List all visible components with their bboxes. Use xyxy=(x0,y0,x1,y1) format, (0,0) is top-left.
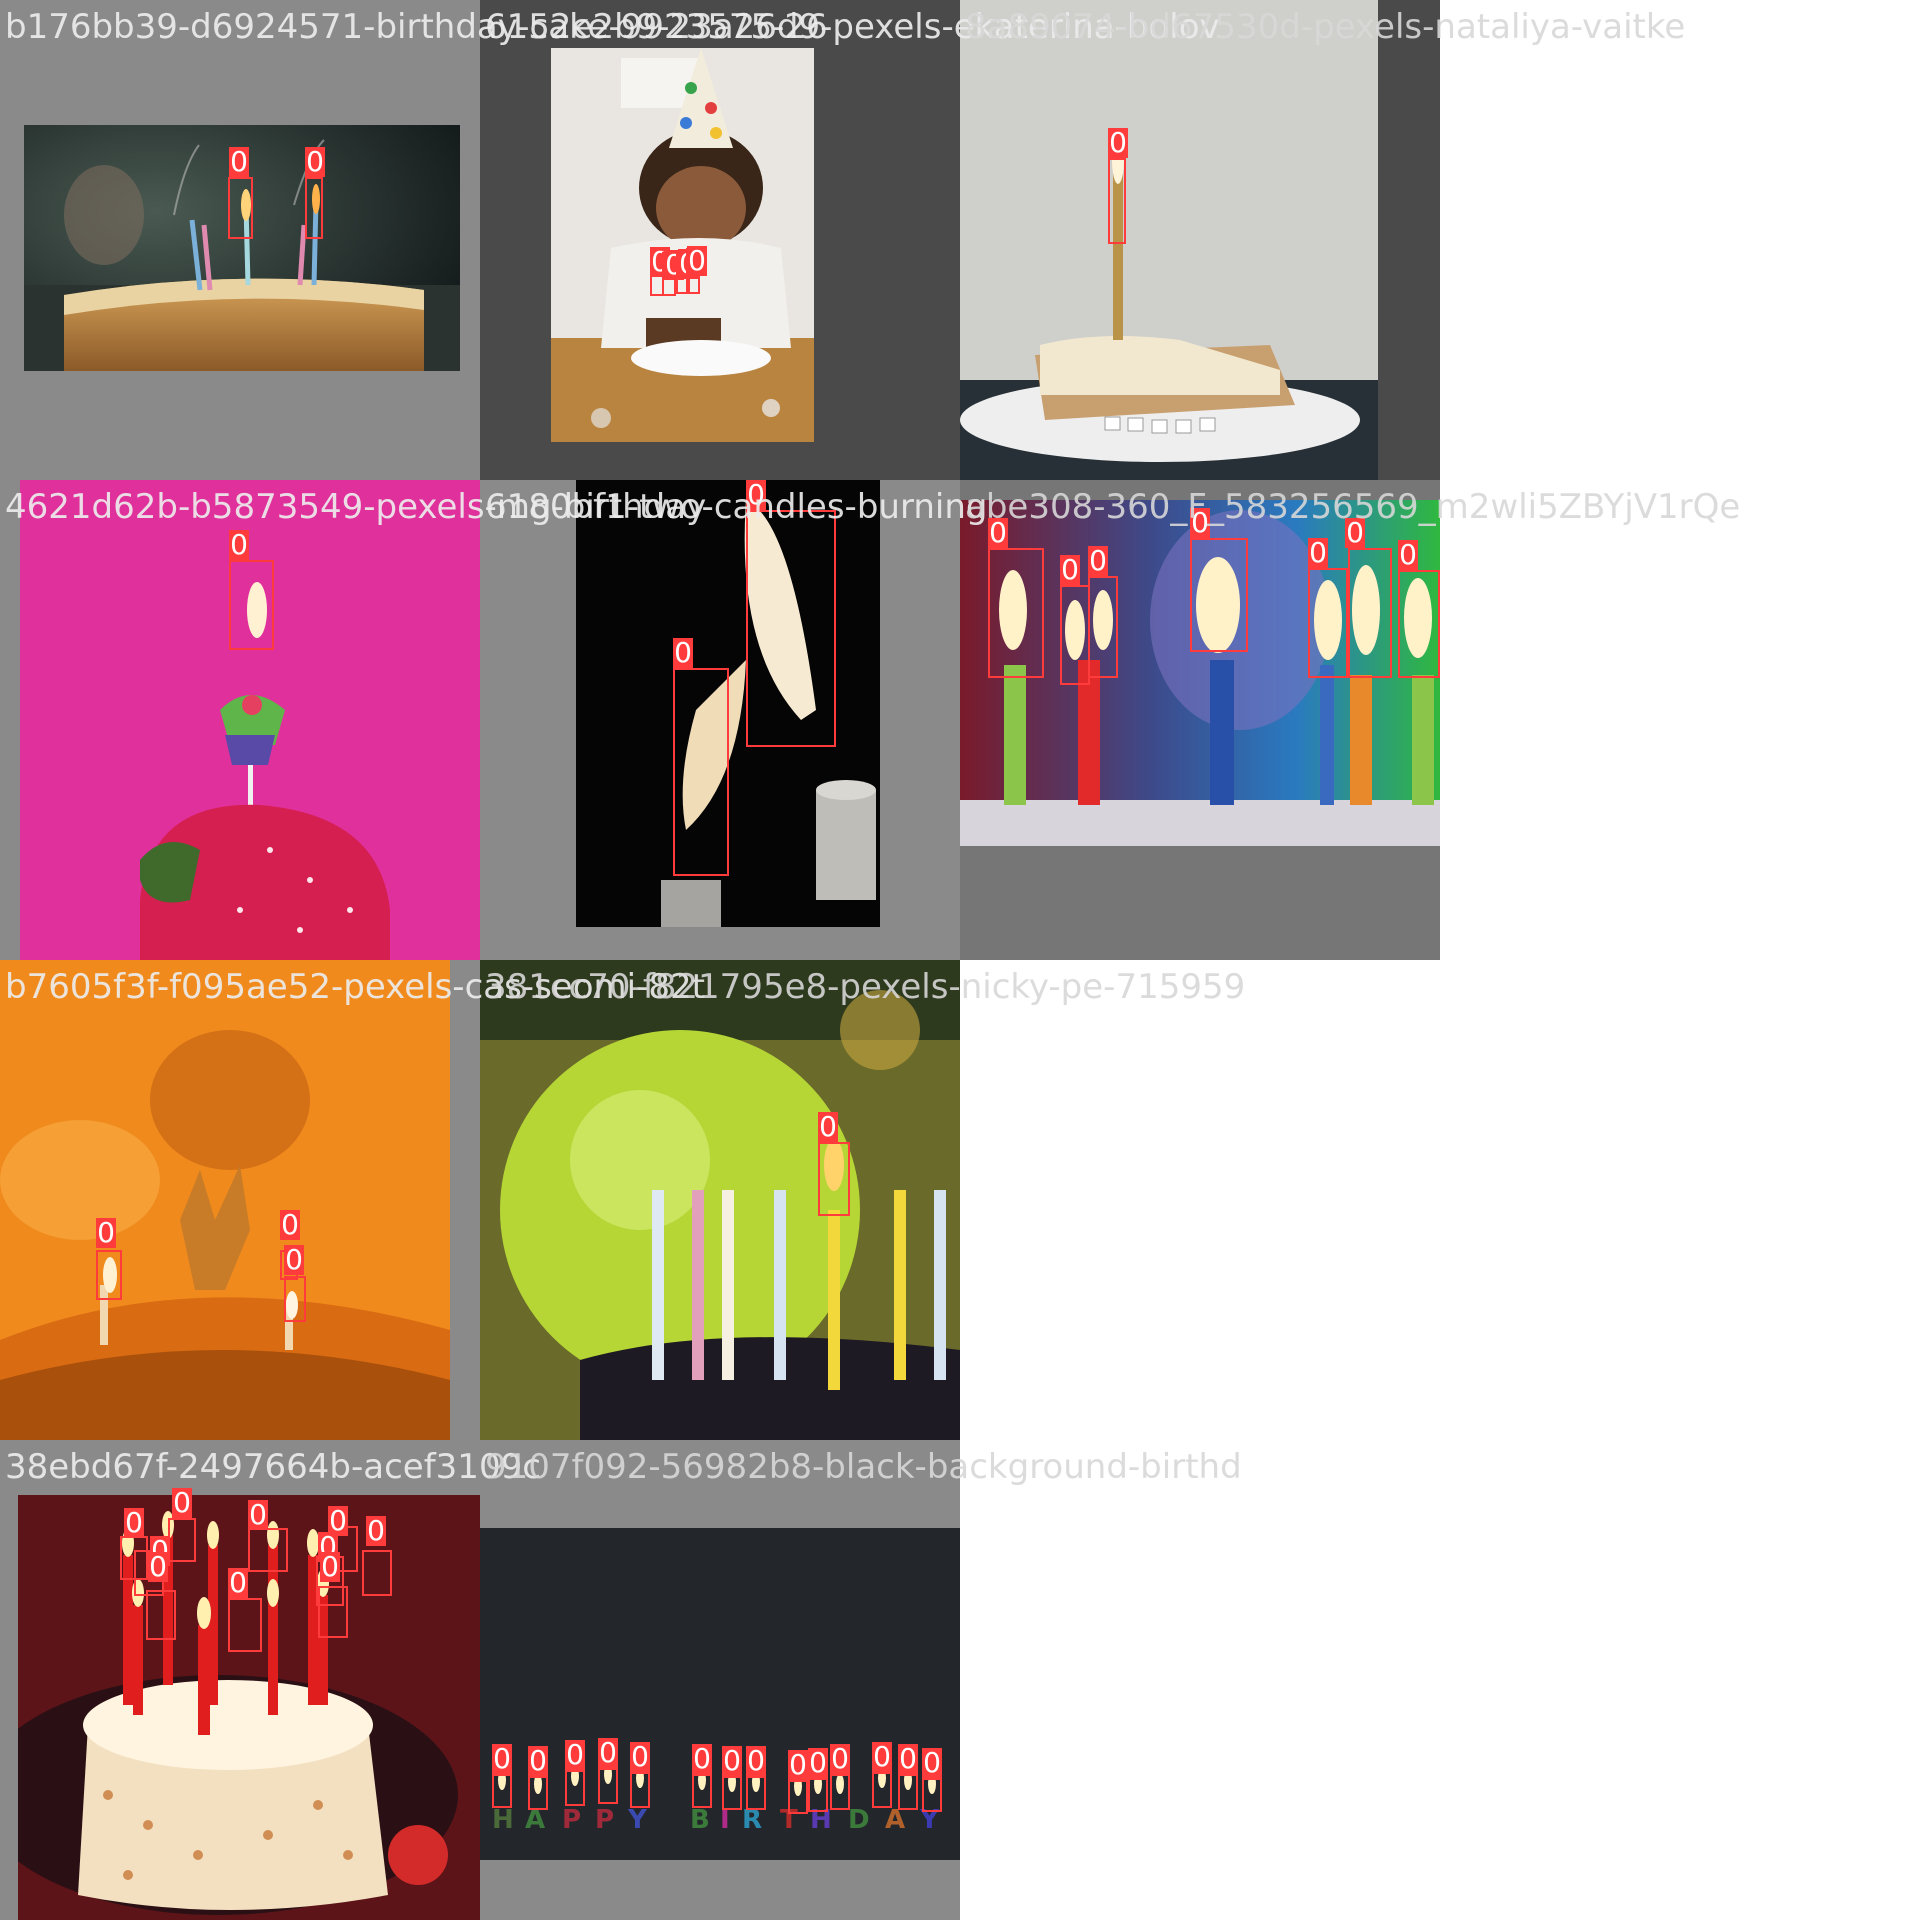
detection-box xyxy=(96,1250,122,1300)
detection-label: 0 xyxy=(280,1208,300,1241)
detection-box xyxy=(1308,568,1348,678)
detection-label: 0 xyxy=(492,1742,512,1775)
detection-box xyxy=(830,1774,850,1810)
tile-filename: 9107f092-56982b8-black-background-birthd xyxy=(485,1447,1242,1487)
tile-filename: abe308-360_F_583256569_m2wli5ZBYjV1rQe xyxy=(965,487,1741,527)
detection-label: 0 xyxy=(248,1498,268,1531)
mosaic-tile-5: 0 0 xyxy=(480,480,960,960)
detection-box xyxy=(872,1772,892,1808)
detection-box xyxy=(305,177,323,239)
detection-box xyxy=(788,1780,808,1814)
orange-reindeer-cake-photo xyxy=(0,960,450,1440)
happy-birthday-letter-candles-photo: HAP PYB IRT HDAY xyxy=(480,1528,960,1860)
detection-box xyxy=(565,1770,585,1806)
detection-label: 0 xyxy=(565,1738,585,1771)
detection-box xyxy=(284,1276,306,1322)
detection-box xyxy=(492,1774,512,1808)
detection-label: 0 xyxy=(124,1506,144,1539)
detection-box xyxy=(229,560,274,650)
detection-label: 0 xyxy=(228,1566,248,1599)
detection-box xyxy=(146,1590,176,1640)
mosaic-tile-8: 0 xyxy=(480,960,960,1440)
balloon-candles-photo xyxy=(480,960,960,1440)
detection-label: 0 xyxy=(1108,126,1128,159)
mosaic-tile-6: 0 0 0 0 0 0 0 xyxy=(960,480,1440,960)
detection-label: 0 xyxy=(673,636,693,669)
detection-box xyxy=(922,1778,942,1812)
detection-label: 0 xyxy=(922,1746,942,1779)
detection-label: 0 xyxy=(148,1550,168,1583)
detection-label: 0 xyxy=(229,145,249,178)
svg-text:Y: Y xyxy=(627,1805,648,1835)
detection-label: 0 xyxy=(1060,553,1080,586)
detection-label: 0 xyxy=(229,528,249,561)
detection-label: 0 xyxy=(830,1742,850,1775)
mosaic-tile-7: 0 0 0 xyxy=(0,960,480,1440)
detection-label: 0 xyxy=(598,1736,618,1769)
detection-box xyxy=(248,1528,288,1572)
detection-label: 0 xyxy=(630,1740,650,1773)
detection-box xyxy=(318,1586,348,1638)
tile-filename: 6180bf1-two-candles-burning xyxy=(485,487,988,527)
detection-label: 0 xyxy=(1088,544,1108,577)
mosaic-tile-3: 0 xyxy=(960,0,1440,480)
detection-label: 0 xyxy=(722,1744,742,1777)
detection-label: 0 xyxy=(96,1216,116,1249)
detection-box xyxy=(228,177,253,239)
detection-label: 0 xyxy=(808,1746,828,1779)
detection-label: 0 xyxy=(1308,536,1328,569)
detection-box xyxy=(673,668,729,876)
detection-box xyxy=(1190,538,1248,652)
detection-label: 0 xyxy=(1398,538,1418,571)
detection-label: 0 xyxy=(818,1110,838,1143)
tile-filename: 381cc70-f821795e8-pexels-nicky-pe-715959 xyxy=(485,967,1246,1007)
detection-label: 0 xyxy=(528,1744,548,1777)
detection-label: 0 xyxy=(305,145,325,178)
detection-label: 0 xyxy=(320,1550,340,1583)
detection-label: 0 xyxy=(788,1748,808,1781)
detection-box xyxy=(362,1550,392,1596)
svg-text:P: P xyxy=(562,1805,581,1835)
detection-box xyxy=(528,1776,548,1810)
strawberry-candle-photo xyxy=(20,480,480,960)
svg-text:D: D xyxy=(848,1805,870,1835)
detection-label: 0 xyxy=(366,1514,386,1547)
detection-label: 0 xyxy=(284,1243,304,1276)
detection-box xyxy=(630,1772,650,1808)
tile-filename: 38ebd67f-2497664b-acef3109c xyxy=(5,1447,541,1487)
detection-label: 0 xyxy=(872,1740,892,1773)
detection-box xyxy=(598,1768,618,1804)
detection-box xyxy=(1108,158,1126,244)
svg-text:P: P xyxy=(595,1805,614,1835)
detection-label: 0 xyxy=(898,1742,918,1775)
detection-box xyxy=(808,1778,828,1812)
detection-box xyxy=(692,1774,712,1808)
detection-box xyxy=(168,1518,196,1562)
detection-box xyxy=(898,1774,918,1810)
svg-text:H: H xyxy=(492,1805,514,1835)
detection-box xyxy=(722,1776,742,1810)
mosaic-tile-9: 0 0 0 0 0 0 0 0 0 0 xyxy=(0,1440,480,1920)
detection-box xyxy=(746,1776,766,1810)
child-party-hat-photo xyxy=(551,48,814,442)
detection-label: 0 xyxy=(746,1744,766,1777)
cheesecake-candle-photo xyxy=(960,0,1378,480)
mosaic-tile-10: HAP PYB IRT HDAY 0 0 0 0 0 0 0 0 0 0 0 0… xyxy=(480,1440,960,1920)
detection-box xyxy=(1060,585,1090,685)
detection-label: 0 xyxy=(692,1742,712,1775)
detection-box xyxy=(1398,570,1440,678)
detection-box xyxy=(818,1142,850,1216)
tile-filename: 8a89074-bd67530d-pexels-nataliya-vaitke xyxy=(965,7,1686,47)
detection-label: 0 xyxy=(172,1486,192,1519)
detection-box xyxy=(988,548,1044,678)
detection-box xyxy=(1088,576,1118,678)
detection-box xyxy=(746,510,836,747)
mosaic-tile-2: 0 0 0 0 xyxy=(480,0,960,480)
mosaic-tile-1: 0 0 xyxy=(0,0,480,480)
detection-box xyxy=(228,1598,262,1652)
mosaic-tile-4: 0 xyxy=(0,480,480,960)
svg-text:B: B xyxy=(690,1805,710,1835)
detection-label: 0 xyxy=(687,244,707,277)
detection-box xyxy=(1348,548,1392,678)
